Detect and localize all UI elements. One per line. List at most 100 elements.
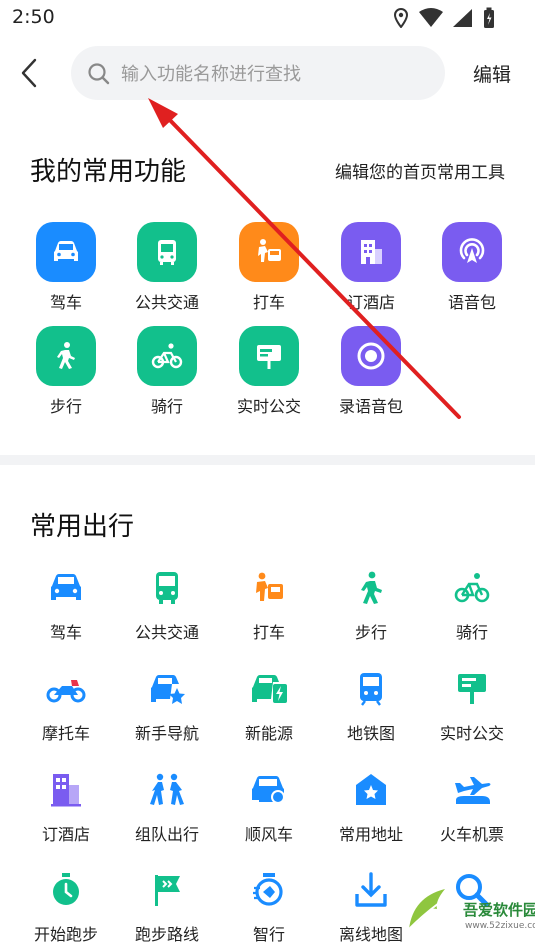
item-label: 火车机票 bbox=[439, 825, 504, 844]
realtime-bus-icon bbox=[452, 669, 492, 709]
status-bar: 2:50 bbox=[0, 0, 535, 36]
item-label: 开始跑步 bbox=[33, 925, 98, 944]
fav-tile-voice-pack[interactable]: 语音包 bbox=[422, 222, 522, 313]
hotel-icon bbox=[341, 222, 401, 282]
item-label: 订酒店 bbox=[41, 825, 90, 844]
item-label: 组队出行 bbox=[134, 825, 199, 844]
bike-icon bbox=[137, 326, 197, 386]
status-time: 2:50 bbox=[12, 6, 55, 28]
tile-label: 打车 bbox=[252, 293, 285, 312]
new-energy-icon bbox=[249, 669, 289, 709]
status-icons bbox=[393, 7, 495, 29]
common-travel-title: 常用出行 bbox=[30, 512, 135, 542]
bus-icon bbox=[147, 568, 187, 608]
travel-item-bike[interactable]: 骑行 bbox=[422, 568, 522, 643]
download-icon bbox=[351, 870, 391, 910]
stopwatch-icon bbox=[46, 870, 86, 910]
fav-tile-realtime-bus[interactable]: 实时公交 bbox=[219, 326, 319, 417]
top-bar: 编辑 bbox=[0, 42, 535, 102]
travel-item-hotel[interactable]: 订酒店 bbox=[16, 770, 116, 845]
fav-tile-walk[interactable]: 步行 bbox=[16, 326, 116, 417]
hotel-icon bbox=[46, 770, 86, 810]
location-icon bbox=[393, 8, 409, 28]
fav-tile-hotel[interactable]: 订酒店 bbox=[321, 222, 421, 313]
carpool-icon bbox=[249, 770, 289, 810]
motorcycle-icon bbox=[46, 669, 86, 709]
travel-item-carpool[interactable]: 顺风车 bbox=[219, 770, 319, 845]
record-voice-icon bbox=[341, 326, 401, 386]
signal-icon bbox=[453, 9, 472, 27]
wifi-icon bbox=[419, 8, 443, 27]
battery-icon bbox=[484, 7, 494, 28]
taxi-icon bbox=[249, 568, 289, 608]
travel-item-train-plane[interactable]: 火车机票 bbox=[422, 770, 522, 845]
watermark: 吾爱软件园 www.52zixue.com bbox=[399, 879, 535, 945]
travel-item-smart-travel[interactable]: 智行 bbox=[219, 870, 319, 945]
travel-item-new-energy[interactable]: 新能源 bbox=[219, 669, 319, 744]
travel-item-common-address[interactable]: 常用地址 bbox=[321, 770, 421, 845]
tile-label: 公共交通 bbox=[134, 293, 199, 312]
smart-travel-icon bbox=[249, 870, 289, 910]
travel-item-run-route[interactable]: 跑步路线 bbox=[117, 870, 217, 945]
travel-item-subway[interactable]: 地铁图 bbox=[321, 669, 421, 744]
watermark-text: 吾爱软件园 bbox=[463, 901, 535, 919]
item-label: 跑步路线 bbox=[134, 925, 199, 944]
search-icon bbox=[88, 63, 110, 85]
subway-icon bbox=[351, 669, 391, 709]
walk-icon bbox=[351, 568, 391, 608]
travel-item-drive[interactable]: 驾车 bbox=[16, 568, 116, 643]
search-input[interactable] bbox=[119, 56, 433, 92]
run-route-flag-icon bbox=[147, 870, 187, 910]
item-label: 驾车 bbox=[49, 623, 82, 642]
travel-item-realtime-bus[interactable]: 实时公交 bbox=[422, 669, 522, 744]
travel-item-walk[interactable]: 步行 bbox=[321, 568, 421, 643]
home-address-icon bbox=[351, 770, 391, 810]
search-box[interactable] bbox=[71, 46, 445, 100]
tile-label: 录语音包 bbox=[338, 397, 403, 416]
tile-label: 驾车 bbox=[49, 293, 82, 312]
my-functions-title: 我的常用功能 bbox=[30, 157, 187, 187]
item-label: 新能源 bbox=[244, 724, 293, 743]
tile-label: 骑行 bbox=[150, 397, 183, 416]
fav-tile-public-transit[interactable]: 公共交通 bbox=[117, 222, 217, 313]
item-label: 常用地址 bbox=[338, 825, 403, 844]
taxi-icon bbox=[239, 222, 299, 282]
tile-label: 订酒店 bbox=[346, 293, 395, 312]
item-label: 公共交通 bbox=[134, 623, 199, 642]
walk-icon bbox=[36, 326, 96, 386]
tile-label: 实时公交 bbox=[236, 397, 301, 416]
item-label: 地铁图 bbox=[346, 724, 395, 743]
bus-icon bbox=[137, 222, 197, 282]
watermark-logo-icon bbox=[408, 889, 445, 930]
bike-icon bbox=[452, 568, 492, 608]
item-label: 摩托车 bbox=[41, 724, 90, 743]
edit-home-tools-link[interactable]: 编辑您的首页常用工具 bbox=[335, 158, 505, 183]
travel-item-start-running[interactable]: 开始跑步 bbox=[16, 870, 116, 945]
tile-label: 语音包 bbox=[447, 293, 496, 312]
back-button[interactable] bbox=[14, 56, 46, 90]
fav-tile-record-voice[interactable]: 录语音包 bbox=[321, 326, 421, 417]
travel-item-motorcycle[interactable]: 摩托车 bbox=[16, 669, 116, 744]
watermark-url: www.52zixue.com bbox=[465, 921, 535, 931]
travel-item-beginner-nav[interactable]: 新手导航 bbox=[117, 669, 217, 744]
voice-pack-icon bbox=[442, 222, 502, 282]
item-label: 打车 bbox=[252, 623, 285, 642]
item-label: 步行 bbox=[354, 623, 387, 642]
travel-item-team-travel[interactable]: 组队出行 bbox=[117, 770, 217, 845]
chevron-left-icon bbox=[21, 58, 37, 88]
fav-tile-drive[interactable]: 驾车 bbox=[16, 222, 116, 313]
travel-item-taxi[interactable]: 打车 bbox=[219, 568, 319, 643]
car-icon bbox=[46, 568, 86, 608]
fav-tile-taxi[interactable]: 打车 bbox=[219, 222, 319, 313]
car-icon bbox=[36, 222, 96, 282]
item-label: 实时公交 bbox=[439, 724, 504, 743]
fav-tile-bike[interactable]: 骑行 bbox=[117, 326, 217, 417]
realtime-bus-icon bbox=[239, 326, 299, 386]
edit-button[interactable]: 编辑 bbox=[473, 60, 511, 87]
item-label: 智行 bbox=[252, 925, 285, 944]
item-label: 骑行 bbox=[455, 623, 488, 642]
item-label: 顺风车 bbox=[244, 825, 293, 844]
section-divider bbox=[0, 455, 535, 465]
train-plane-icon bbox=[452, 770, 492, 810]
travel-item-public-transit[interactable]: 公共交通 bbox=[117, 568, 217, 643]
